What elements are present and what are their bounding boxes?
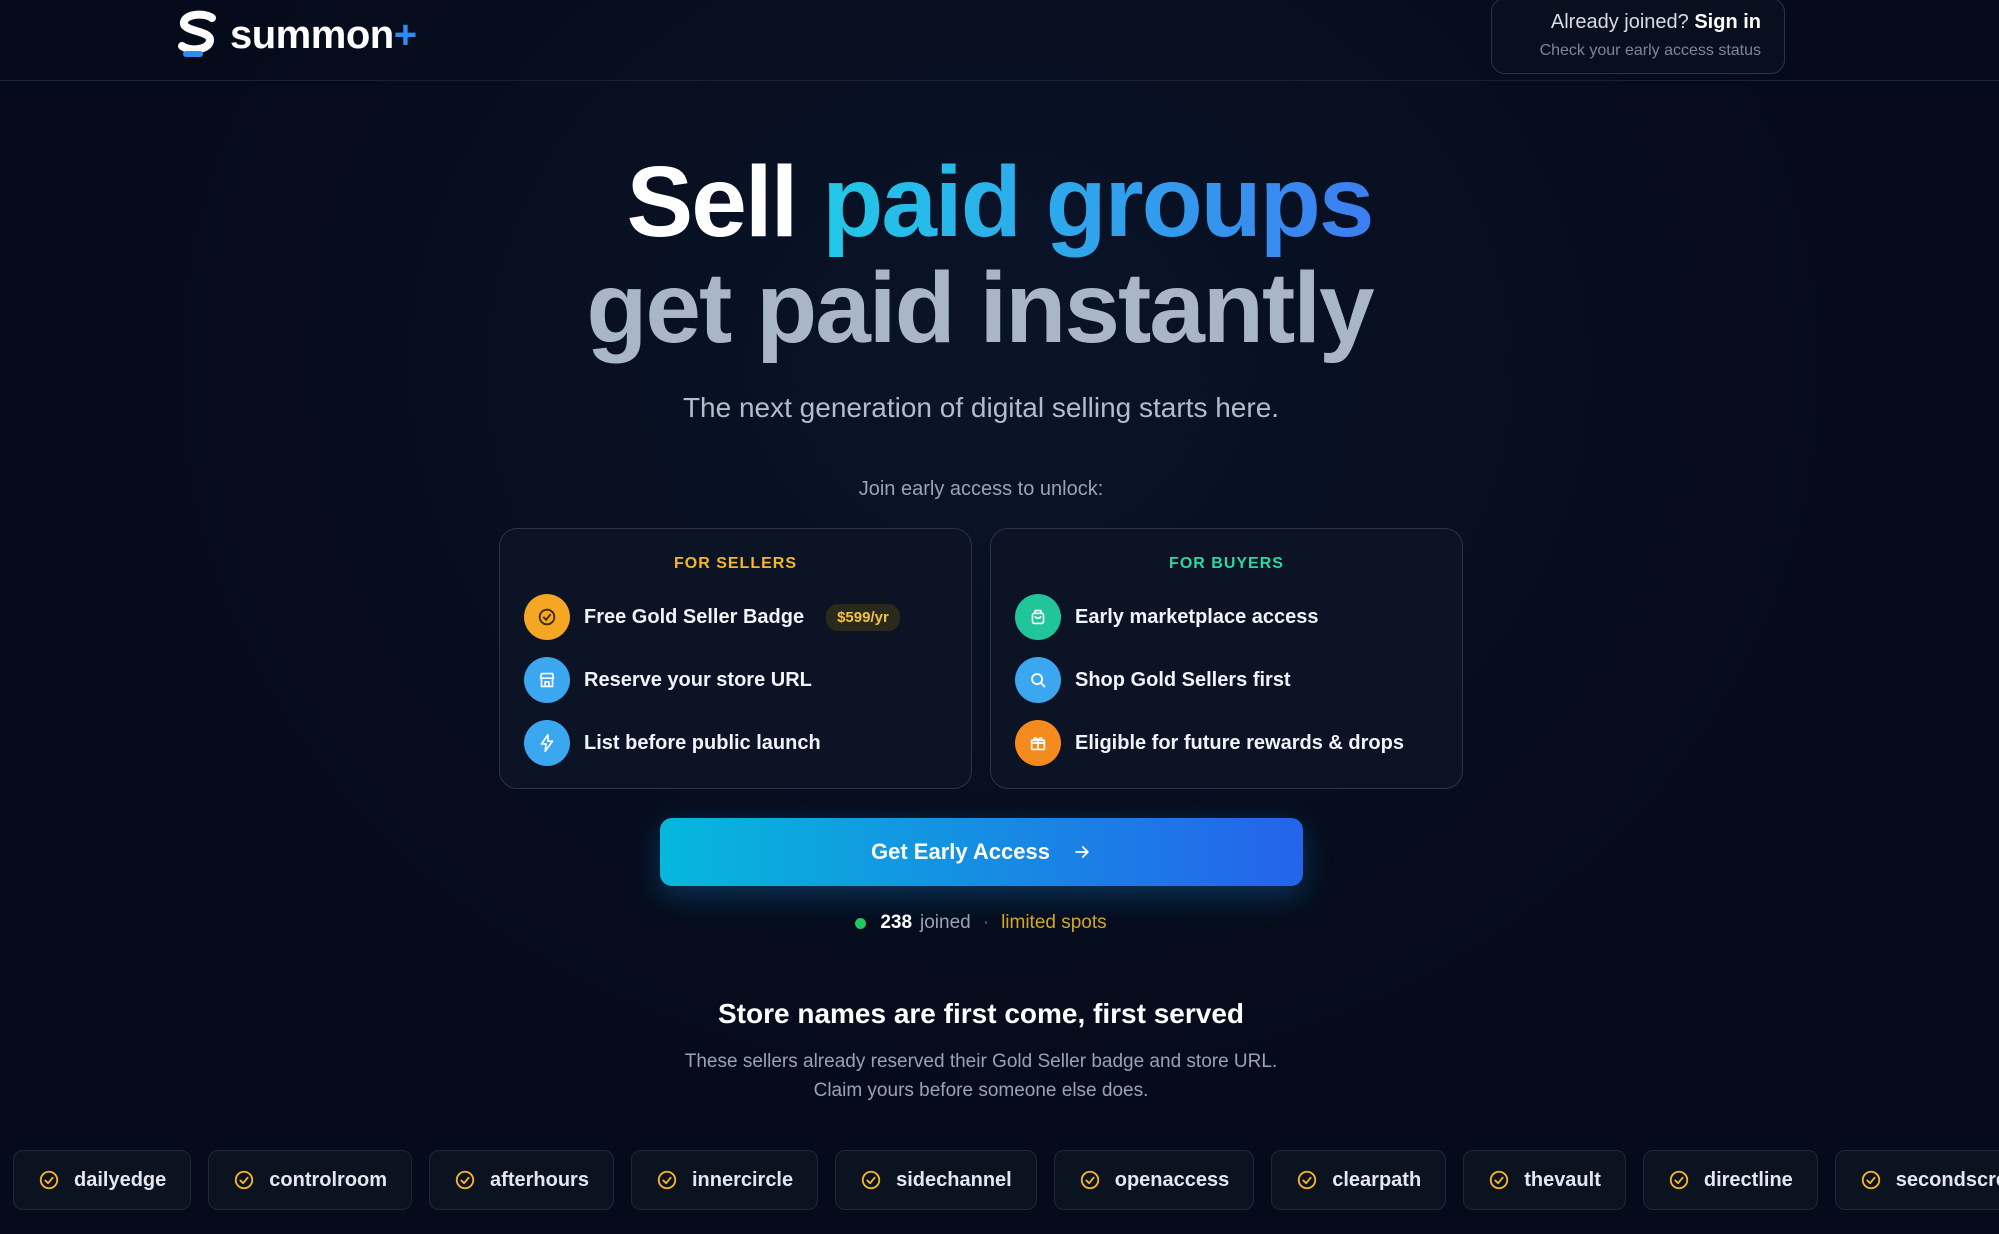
check-circle-icon [235, 1170, 254, 1190]
check-circle-icon [455, 1170, 475, 1190]
top-bar: summon+ Already joined? Sign in Check yo… [0, 0, 1999, 81]
search-icon [1015, 657, 1061, 703]
store-chip[interactable]: innercircle [630, 1150, 819, 1210]
store-chip[interactable]: secondscreen [1834, 1150, 1999, 1210]
store-names-subtitle: These sellers already reserved their Gol… [684, 1051, 1278, 1072]
check-circle-icon [1298, 1170, 1317, 1190]
arrow-right-icon [1075, 846, 1089, 858]
store-chip[interactable]: controlroom [208, 1150, 413, 1210]
store-icon [524, 657, 570, 703]
landing-page: summon+ Already joined? Sign in Check yo… [0, 0, 1999, 1234]
store-chip[interactable]: thevault [1463, 1150, 1626, 1210]
signin-box[interactable]: Already joined? Sign in Check your early… [1491, 0, 1785, 74]
buyers-item-label: Early marketplace access [1075, 605, 1319, 628]
buyers-item-label: Shop Gold Sellers first [1075, 668, 1291, 691]
buyers-item-label: Eligible for future rewards & drops [1075, 731, 1404, 754]
sellers-item: Free Gold Seller Badge $599/yr [524, 594, 900, 640]
store-chip-label: innercircle [691, 1168, 794, 1191]
store-chip[interactable]: directline [1642, 1150, 1818, 1210]
check-circle-icon [39, 1170, 59, 1190]
signin-status-text: Check your early access status [1539, 42, 1761, 59]
store-names-title: Store names are first come, first served [717, 998, 1244, 1029]
store-chip-label: thevault [1524, 1168, 1601, 1191]
hero-title-line2: get paid instantly [586, 252, 1374, 364]
sellers-card: FOR SELLERS Free Gold Seller Badge $599/… [499, 528, 972, 789]
check-circle-icon [524, 594, 570, 640]
hero-title-sell: Sell [626, 146, 799, 258]
buyers-item: Eligible for future rewards & drops [1015, 720, 1404, 766]
live-dot-icon [855, 917, 867, 929]
store-chip-label: clearpath [1332, 1168, 1422, 1191]
sellers-item: List before public launch [524, 720, 821, 766]
hero-title-gradient: paid groups [822, 146, 1374, 258]
logo-mark-icon [176, 10, 220, 60]
joined-label: joined [920, 912, 971, 933]
joined-count: 238 [880, 912, 913, 933]
signin-line: Already joined? Sign in [1492, 11, 1761, 34]
store-names-subtitle-2: Claim yours before someone else does. [813, 1080, 1149, 1101]
unlock-label: Join early access to unlock: [858, 478, 1104, 500]
signin-link[interactable]: Sign in [1694, 11, 1761, 33]
store-chip-label: afterhours [490, 1168, 589, 1191]
store-chip-label: controlroom [269, 1168, 388, 1191]
check-circle-icon [1490, 1170, 1509, 1190]
logo-text: summon+ [230, 12, 417, 57]
lightning-icon [524, 720, 570, 766]
check-circle-icon [1669, 1170, 1689, 1190]
cta-label: Get Early Access [871, 839, 1050, 864]
joined-status: 238 joined · limited spots [0, 912, 1962, 934]
store-chip[interactable]: clearpath [1271, 1150, 1447, 1210]
store-chip[interactable]: dailyedge [13, 1150, 192, 1210]
joined-separator: · [982, 912, 990, 933]
check-circle-icon [657, 1170, 677, 1190]
check-circle-icon [861, 1170, 881, 1190]
store-chip-label: directline [1703, 1168, 1793, 1191]
store-chip-label: sidechannel [896, 1168, 1012, 1191]
gift-icon [1015, 720, 1061, 766]
check-circle-icon [1861, 1170, 1880, 1190]
store-chip[interactable]: openaccess [1053, 1150, 1255, 1210]
store-chip[interactable]: sidechannel [835, 1150, 1037, 1210]
sellers-item-label: Reserve your store URL [584, 668, 812, 691]
store-chip-label: secondscreen [1895, 1168, 1999, 1191]
price-badge: $599/yr [826, 603, 900, 631]
buyers-item: Early marketplace access [1015, 594, 1319, 640]
sellers-item: Reserve your store URL [524, 657, 812, 703]
sellers-title: FOR SELLERS [673, 555, 797, 572]
store-chip[interactable]: afterhours [429, 1150, 614, 1210]
hero-subtitle: The next generation of digital selling s… [682, 392, 1280, 423]
store-chip-label: openaccess [1114, 1168, 1230, 1191]
sellers-item-label: List before public launch [584, 731, 821, 754]
limited-spots: limited spots [1001, 912, 1107, 933]
sellers-item-label: Free Gold Seller Badge [584, 605, 805, 628]
logo[interactable]: summon+ [176, 10, 417, 60]
get-early-access-button[interactable]: Get Early Access [660, 818, 1303, 886]
shopping-bag-icon [1015, 594, 1061, 640]
buyers-item: Shop Gold Sellers first [1015, 657, 1291, 703]
hero-title-line1: Sell paid groups [0, 142, 1999, 262]
buyers-card: FOR BUYERS Early marketplace access Shop… [990, 528, 1463, 789]
buyers-title: FOR BUYERS [1169, 555, 1284, 572]
signin-prompt: Already joined? [1550, 11, 1689, 33]
store-chip-label: dailyedge [74, 1168, 167, 1191]
reserved-stores-list: dailyedge controlroom afterhours innercircl… [13, 1150, 1999, 1212]
check-circle-icon [1080, 1170, 1099, 1190]
